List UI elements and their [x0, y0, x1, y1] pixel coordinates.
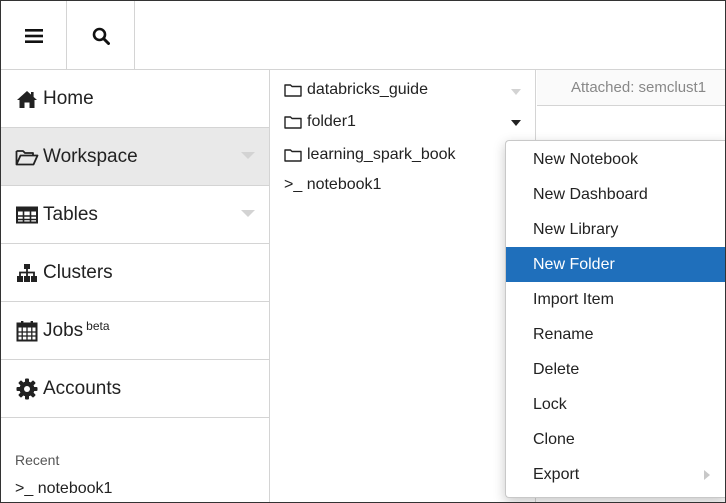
sitemap-icon — [15, 261, 39, 285]
chevron-down-icon[interactable] — [511, 89, 521, 95]
sidebar-item-label: Tables — [43, 203, 98, 225]
folder-open-icon — [15, 145, 39, 169]
folder-item-folder1[interactable]: folder1 — [284, 111, 356, 133]
sidebar-item-tables[interactable]: Tables — [1, 186, 269, 244]
menu-item-lock[interactable]: Lock — [506, 387, 725, 422]
menu-item-export[interactable]: Export — [506, 457, 725, 492]
recent-heading: Recent — [15, 452, 60, 468]
folder-icon — [284, 147, 304, 163]
top-bar — [1, 1, 725, 70]
sidebar: Home Workspace Tables Clusters Jobs beta… — [1, 70, 270, 502]
menu-item-export-label: Export — [533, 466, 580, 483]
folder-label: learning_spark_book — [307, 146, 456, 163]
menu-item-clone[interactable]: Clone — [506, 422, 725, 457]
recent-item-notebook1[interactable]: >_ notebook1 — [15, 480, 112, 498]
cluster-attached-status[interactable]: Attached: semclust1 — [537, 70, 725, 106]
folder-icon — [284, 114, 304, 130]
sidebar-item-label: Jobs — [43, 319, 84, 341]
menu-item-new-library[interactable]: New Library — [506, 212, 725, 247]
home-icon — [15, 87, 39, 111]
chevron-down-icon[interactable] — [241, 210, 255, 217]
sidebar-item-label: Clusters — [43, 261, 113, 283]
notebook-item-notebook1[interactable]: >_ notebook1 — [284, 174, 381, 196]
hamburger-icon — [24, 28, 43, 43]
notebook-label: >_ notebook1 — [284, 176, 382, 193]
chevron-down-icon[interactable] — [511, 120, 521, 126]
sidebar-item-label: Home — [43, 87, 94, 109]
sidebar-item-label: Workspace — [43, 145, 138, 167]
context-menu: New Notebook New Dashboard New Library N… — [505, 140, 725, 498]
gear-icon — [15, 377, 39, 401]
menu-item-new-notebook[interactable]: New Notebook — [506, 142, 725, 177]
search-icon — [92, 27, 110, 45]
folder-item-databricks-guide[interactable]: databricks_guide — [284, 79, 428, 101]
menu-item-new-folder[interactable]: New Folder — [506, 247, 725, 282]
folder-label: folder1 — [307, 113, 356, 130]
folder-label: databricks_guide — [307, 81, 428, 98]
beta-badge: beta — [86, 318, 110, 333]
table-icon — [15, 203, 39, 227]
folder-icon — [284, 82, 304, 98]
sidebar-item-jobs[interactable]: Jobs beta — [1, 302, 269, 360]
search-button[interactable] — [67, 1, 135, 70]
menu-button[interactable] — [1, 1, 67, 70]
sidebar-item-label: Accounts — [43, 377, 122, 399]
sidebar-item-workspace[interactable]: Workspace — [1, 128, 269, 186]
sidebar-item-clusters[interactable]: Clusters — [1, 244, 269, 302]
sidebar-item-accounts[interactable]: Accounts — [1, 360, 269, 418]
app-window: Home Workspace Tables Clusters Jobs beta… — [0, 0, 726, 503]
menu-item-import-item[interactable]: Import Item — [506, 282, 725, 317]
folder-item-learning-spark-book[interactable]: learning_spark_book — [284, 144, 456, 166]
calendar-icon — [15, 319, 39, 343]
menu-item-new-dashboard[interactable]: New Dashboard — [506, 177, 725, 212]
menu-item-delete[interactable]: Delete — [506, 352, 725, 387]
chevron-down-icon[interactable] — [241, 152, 255, 159]
menu-item-rename[interactable]: Rename — [506, 317, 725, 352]
sidebar-item-home[interactable]: Home — [1, 70, 269, 128]
chevron-right-icon — [704, 470, 710, 480]
workspace-browser: databricks_guide folder1 learning_spark_… — [270, 70, 536, 502]
